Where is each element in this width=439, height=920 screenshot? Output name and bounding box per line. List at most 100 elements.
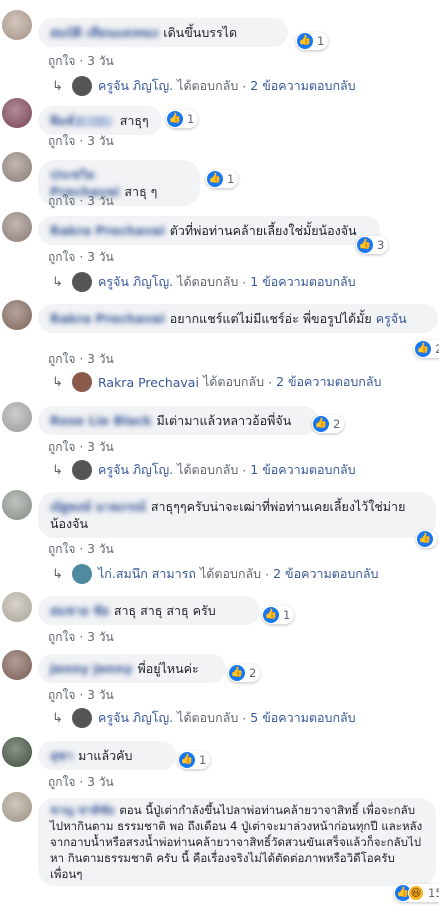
like-button[interactable]: ถูกใจ — [48, 688, 75, 702]
like-button[interactable]: ถูกใจ — [48, 440, 75, 454]
comment-text: มาแล้วคับ — [78, 748, 133, 763]
reaction-count[interactable]: 👍 1 — [178, 751, 211, 769]
comment-text: มีเต่ามาแล้วหลาวอ้อพี่จัน — [156, 413, 292, 428]
comment-author[interactable]: ชาญ ชาติชัย — [50, 803, 114, 817]
mention-link[interactable]: ครูจัน — [376, 311, 407, 326]
reply-summary[interactable]: ↳ Rakra Prechavai ได้ตอบกลับ · 2 ข้อความตอบ… — [52, 372, 381, 392]
reaction-count[interactable]: 👍 2 — [414, 340, 439, 358]
comment-time[interactable]: 3 วัน — [87, 54, 113, 68]
comment-author[interactable]: Rakra Prechavai — [50, 223, 165, 238]
reply-arrow-icon: ↳ — [52, 374, 63, 390]
like-button[interactable]: ถูกใจ — [48, 250, 75, 264]
avatar[interactable] — [2, 152, 32, 182]
comment-author[interactable]: สุชา — [50, 748, 73, 763]
comment-time[interactable]: 3 วัน — [87, 630, 113, 644]
comment-author[interactable]: ณัฐพงษ์ นาคภรณ์ — [50, 499, 146, 514]
reaction-count[interactable]: 👍 2 — [228, 664, 261, 682]
comment-text: เดินขึ้นบรรได — [163, 25, 238, 40]
reply-arrow-icon: ↳ — [52, 710, 63, 726]
reply-summary[interactable]: ↳ ครูจัน ภิญโญ. ได้ตอบกลับ · 1 ข้อความตอบกล… — [52, 272, 356, 292]
avatar[interactable] — [2, 650, 32, 680]
like-button[interactable]: ถูกใจ — [48, 134, 75, 148]
comment-bubble: พิมพ์ สาธุๆ — [38, 106, 162, 135]
like-icon: 👍 — [313, 416, 329, 432]
reply-summary[interactable]: ↳ ไก่.สมนึก สามารถ ได้ตอบกลับ · 2 ข้อความตอ… — [52, 564, 378, 584]
reaction-count[interactable]: 👍 2 — [312, 415, 345, 433]
reaction-count[interactable]: 👍 3 — [356, 236, 389, 254]
comment-author[interactable]: สมบัติ เทียนแสงทอง — [50, 25, 158, 40]
reply-arrow-icon: ↳ — [52, 274, 63, 290]
avatar[interactable] — [2, 402, 32, 432]
reply-summary[interactable]: ↳ ครูจัน ภิญโญ. ได้ตอบกลับ · 1 ข้อความตอบกล… — [52, 460, 356, 480]
like-button[interactable]: ถูกใจ — [48, 542, 75, 556]
avatar[interactable] — [2, 212, 32, 242]
comment-time[interactable]: 3 วัน — [87, 542, 113, 556]
like-icon: 👍 — [167, 111, 183, 127]
reaction-count[interactable]: 👍 1 — [262, 606, 295, 624]
reaction-count[interactable]: 👍 1 — [206, 170, 239, 188]
comment-bubble: สุชา มาแล้วคับ — [38, 741, 176, 770]
reaction-count[interactable]: 👍 — [416, 530, 437, 548]
avatar[interactable] — [2, 592, 32, 622]
comment-actions: ถูกใจ · 3 วัน — [48, 352, 114, 366]
avatar — [72, 272, 92, 292]
comment-author[interactable]: สมชาย ชัย — [50, 603, 109, 618]
avatar[interactable] — [2, 490, 32, 520]
avatar[interactable] — [2, 792, 32, 822]
like-icon: 👍 — [207, 171, 223, 187]
comment-time[interactable]: 3 วัน — [87, 352, 113, 366]
comment-time[interactable]: 3 วัน — [87, 250, 113, 264]
like-icon: 👍 — [415, 341, 431, 357]
comment-author[interactable]: Rose Lie Black — [50, 413, 152, 428]
reply-arrow-icon: ↳ — [52, 566, 63, 582]
comment-bubble: ชาญ ชาติชัย ตอน นี้ปู่เต่ากำลังขึ้นไปลาพ่… — [38, 798, 436, 886]
comment-time[interactable]: 3 วัน — [87, 775, 113, 789]
comment-text: สาธุ ๆ — [124, 184, 158, 199]
comment-actions: ถูกใจ · 3 วัน — [48, 54, 114, 68]
comment-bubble: Rakra Prechavai ตัวที่พ่อท่านคล้ายเลี้ยงใ… — [38, 216, 380, 245]
comment-actions: ถูกใจ · 3 วัน — [48, 542, 114, 556]
avatar[interactable] — [2, 10, 32, 40]
reaction-count[interactable]: 👍 😆 15 — [394, 884, 439, 902]
comment-time[interactable]: 3 วัน — [87, 688, 113, 702]
like-button[interactable]: ถูกใจ — [48, 630, 75, 644]
avatar — [72, 564, 92, 584]
reply-summary[interactable]: ↳ ครูจัน ภิญโญ. ได้ตอบกลับ · 2 ข้อความตอบกล… — [52, 76, 356, 96]
comment-actions: ถูกใจ · 3 วัน — [48, 134, 114, 148]
comment-text: พี่อยู่ไหนค่ะ — [137, 661, 199, 676]
comment-text: ตัวที่พ่อท่านคล้ายเลี้ยงใช่มั้ยน้องจัน — [169, 223, 357, 238]
avatar[interactable] — [2, 300, 32, 330]
comment-time[interactable]: 3 วัน — [87, 134, 113, 148]
reply-arrow-icon: ↳ — [52, 78, 63, 94]
comment-author[interactable]: Jenny Jenny — [50, 661, 133, 676]
comment-actions: ถูกใจ · 3 วัน — [48, 775, 114, 789]
comment-actions: ถูกใจ · 3 วัน — [48, 250, 114, 264]
reaction-count[interactable]: 👍 1 — [166, 110, 199, 128]
comment-bubble: ณัฐพงษ์ นาคภรณ์ สาธุๆๆครับน่าจะเฒ่าที่พ่อ… — [38, 492, 436, 538]
reaction-count[interactable]: 👍 1 — [296, 32, 329, 50]
avatar — [72, 372, 92, 392]
avatar — [72, 708, 92, 728]
like-icon: 👍 — [357, 237, 373, 253]
comment-actions: ถูกใจ · 3 วัน — [48, 688, 114, 702]
comment-time[interactable]: 3 วัน — [87, 194, 113, 208]
like-button[interactable]: ถูกใจ — [48, 54, 75, 68]
comment-author[interactable]: Rakra Prechavai — [50, 311, 165, 326]
comment-time[interactable]: 3 วัน — [87, 440, 113, 454]
avatar[interactable] — [2, 737, 32, 767]
like-button[interactable]: ถูกใจ — [48, 194, 75, 208]
comment-author[interactable]: พิมพ์ — [50, 113, 115, 128]
comment-actions: ถูกใจ · 3 วัน — [48, 440, 114, 454]
comment-bubble: Jenny Jenny พี่อยู่ไหนค่ะ — [38, 654, 226, 683]
avatar — [72, 76, 92, 96]
comment-bubble: Rose Lie Black มีเต่ามาแล้วหลาวอ้อพี่จัน — [38, 406, 318, 435]
like-button[interactable]: ถูกใจ — [48, 775, 75, 789]
comment-actions: ถูกใจ · 3 วัน — [48, 194, 114, 208]
comment-bubble: สมชาย ชัย สาธุ สาธุ สาธุ ครับ — [38, 596, 260, 625]
like-icon: 👍 — [229, 665, 245, 681]
like-icon: 👍 — [417, 531, 433, 547]
haha-icon: 😆 — [408, 885, 424, 901]
avatar[interactable] — [2, 98, 32, 128]
reply-summary[interactable]: ↳ ครูจัน ภิญโญ. ได้ตอบกลับ · 5 ข้อความตอบกล… — [52, 708, 356, 728]
like-button[interactable]: ถูกใจ — [48, 352, 75, 366]
